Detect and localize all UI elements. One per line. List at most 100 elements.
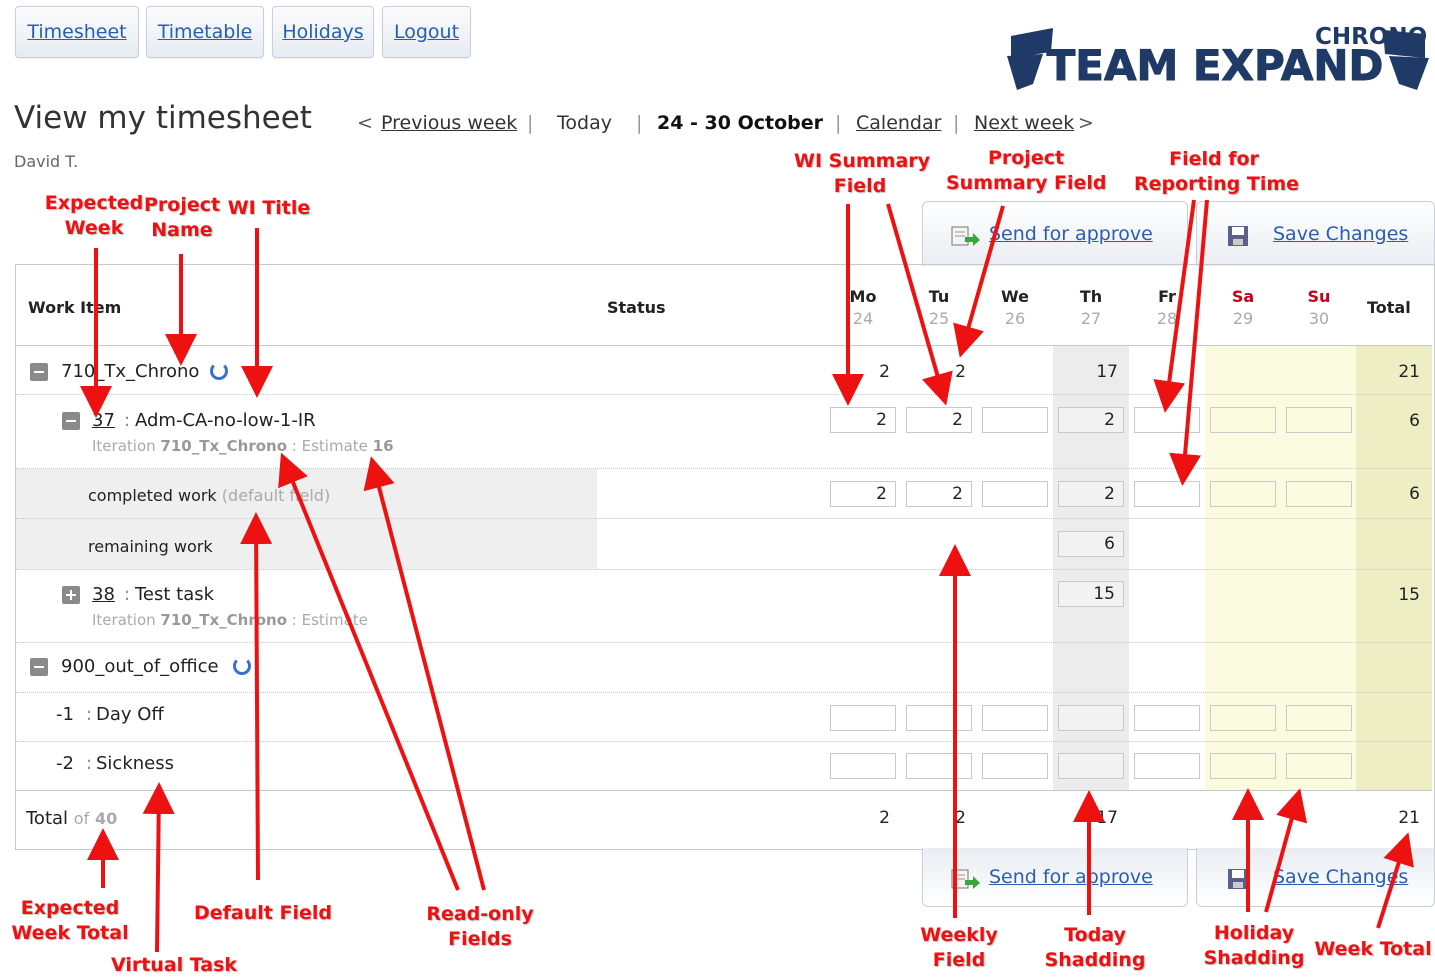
total-th: 17 xyxy=(1096,808,1118,828)
annotation-line: Field for xyxy=(1169,148,1259,170)
save-changes-label[interactable]: Save Changes xyxy=(1273,866,1408,888)
sick-we-field[interactable] xyxy=(982,753,1048,779)
collapse-wi-37[interactable] xyxy=(62,412,80,430)
wi-38-link[interactable]: 38 xyxy=(92,584,115,605)
annotation-expected-week-total: Expected Week Total xyxy=(10,896,130,946)
nav-sep: | xyxy=(835,112,842,134)
estimate-value: 16 xyxy=(372,437,394,455)
calendar-link[interactable]: Calendar xyxy=(856,112,941,134)
refresh-icon[interactable] xyxy=(233,657,251,675)
next-week-link[interactable]: Next week xyxy=(974,112,1074,134)
nav-logout[interactable]: Logout xyxy=(382,6,471,58)
dayoff-mo-field[interactable] xyxy=(830,705,896,731)
daynum-sa: 29 xyxy=(1232,309,1254,328)
sick-id: -2 xyxy=(56,753,74,774)
remaining-weekly-field[interactable]: 6 xyxy=(1058,531,1124,557)
sick-su-field[interactable] xyxy=(1286,753,1352,779)
team-expand-logo: CHRONO TEAM EXPAND xyxy=(1007,24,1429,91)
save-changes-tab-top[interactable]: Save Changes xyxy=(1196,201,1435,266)
p1-th: 17 xyxy=(1096,362,1118,382)
nav-timesheet[interactable]: Timesheet xyxy=(15,6,139,58)
wi-sep: : xyxy=(124,410,131,431)
nav-logout-label[interactable]: Logout xyxy=(394,21,459,43)
default-field-note: (default field) xyxy=(221,486,331,505)
week-total: 21 xyxy=(1398,808,1420,828)
estimate-label: : Estimate xyxy=(291,437,368,455)
nav-sep: | xyxy=(636,112,643,134)
sick-th-field[interactable] xyxy=(1058,753,1124,779)
send-approve-icon xyxy=(951,225,980,246)
wi37-fr-field[interactable] xyxy=(1134,407,1200,433)
sick-tu-field[interactable] xyxy=(906,753,972,779)
send-approve-tab-bottom[interactable]: Send for approve xyxy=(922,848,1188,907)
wi38-weekly-field[interactable]: 15 xyxy=(1058,581,1124,607)
collapse-project-900[interactable] xyxy=(30,658,48,676)
wi37-tu-field[interactable]: 2 xyxy=(906,407,972,433)
send-approve-tab-top[interactable]: Send for approve xyxy=(922,201,1188,266)
collapse-project-710[interactable] xyxy=(30,363,48,381)
daynum-fr: 28 xyxy=(1156,309,1178,328)
wi37-th-field[interactable]: 2 xyxy=(1058,407,1124,433)
row-divider xyxy=(16,518,1432,519)
nav-timesheet-label[interactable]: Timesheet xyxy=(27,21,126,43)
nav-timetable-label[interactable]: Timetable xyxy=(158,21,253,43)
today-label[interactable]: Today xyxy=(557,112,612,134)
completed-work-row: completed work (default field) xyxy=(88,486,330,505)
annotation-line: Shadding xyxy=(1203,947,1305,969)
annotation-weekly-field: Weekly Field xyxy=(914,923,1004,973)
completed-fr-field[interactable] xyxy=(1134,481,1200,507)
estimate-label: : Estimate xyxy=(291,611,368,629)
annotation-readonly-fields: Read-only Fields xyxy=(420,902,540,952)
daynum-mo: 24 xyxy=(852,309,874,328)
annotation-holiday-shading: Holiday Shadding xyxy=(1200,921,1308,971)
wi37-su-field[interactable] xyxy=(1286,407,1352,433)
sick-mo-field[interactable] xyxy=(830,753,896,779)
wi37-mo-field[interactable]: 2 xyxy=(830,407,896,433)
annotation-line: Holiday xyxy=(1213,922,1295,944)
completed-tu-field[interactable]: 2 xyxy=(906,481,972,507)
row-divider xyxy=(16,468,1432,469)
send-approve-label[interactable]: Send for approve xyxy=(989,223,1153,245)
prev-week-link[interactable]: Previous week xyxy=(381,112,517,134)
nav-timetable[interactable]: Timetable xyxy=(146,6,264,58)
page-title: View my timesheet xyxy=(14,100,312,136)
send-approve-label[interactable]: Send for approve xyxy=(989,866,1153,888)
completed-mo-field[interactable]: 2 xyxy=(830,481,896,507)
save-changes-label[interactable]: Save Changes xyxy=(1273,223,1408,245)
total-tu: 2 xyxy=(955,808,966,828)
wi-37-title: Adm-CA-no-low-1-IR xyxy=(135,410,316,431)
completed-sa-field[interactable] xyxy=(1210,481,1276,507)
annotation-line: Week xyxy=(64,217,124,239)
wi-38-meta: Iteration 710_Tx_Chrono : Estimate xyxy=(92,611,368,629)
annotation-expected-week: Expected Week xyxy=(42,191,146,241)
completed-we-field[interactable] xyxy=(982,481,1048,507)
sick-fr-field[interactable] xyxy=(1134,753,1200,779)
remaining-work-label: remaining work xyxy=(88,537,213,556)
row-divider xyxy=(16,741,1432,742)
total-row-label: Total of 40 xyxy=(26,808,117,829)
nav-holidays[interactable]: Holidays xyxy=(272,6,374,58)
annotation-project-summary: Project Summary Field xyxy=(946,146,1107,196)
sick-title: Sickness xyxy=(96,753,174,774)
refresh-icon[interactable] xyxy=(210,362,228,380)
dayoff-su-field[interactable] xyxy=(1286,705,1352,731)
completed-th-field[interactable]: 2 xyxy=(1058,481,1124,507)
wi37-we-field[interactable] xyxy=(982,407,1048,433)
dayoff-sa-field[interactable] xyxy=(1210,705,1276,731)
annotation-wi-title: WI Title xyxy=(226,196,312,221)
wi-37-link[interactable]: 37 xyxy=(92,410,115,431)
sick-sa-field[interactable] xyxy=(1210,753,1276,779)
dayoff-th-field[interactable] xyxy=(1058,705,1124,731)
daynum-tu: 25 xyxy=(928,309,950,328)
completed-su-field[interactable] xyxy=(1286,481,1352,507)
dayoff-fr-field[interactable] xyxy=(1134,705,1200,731)
annotation-virtual-task: Virtual Task xyxy=(108,953,240,978)
save-changes-tab-bottom[interactable]: Save Changes xyxy=(1196,848,1435,907)
wi-sep: : xyxy=(86,753,93,774)
dayoff-tu-field[interactable] xyxy=(906,705,972,731)
nav-holidays-label[interactable]: Holidays xyxy=(282,21,363,43)
dayoff-we-field[interactable] xyxy=(982,705,1048,731)
expand-wi-38[interactable] xyxy=(62,586,80,604)
wi37-sa-field[interactable] xyxy=(1210,407,1276,433)
annotation-line: Summary Field xyxy=(946,172,1107,194)
